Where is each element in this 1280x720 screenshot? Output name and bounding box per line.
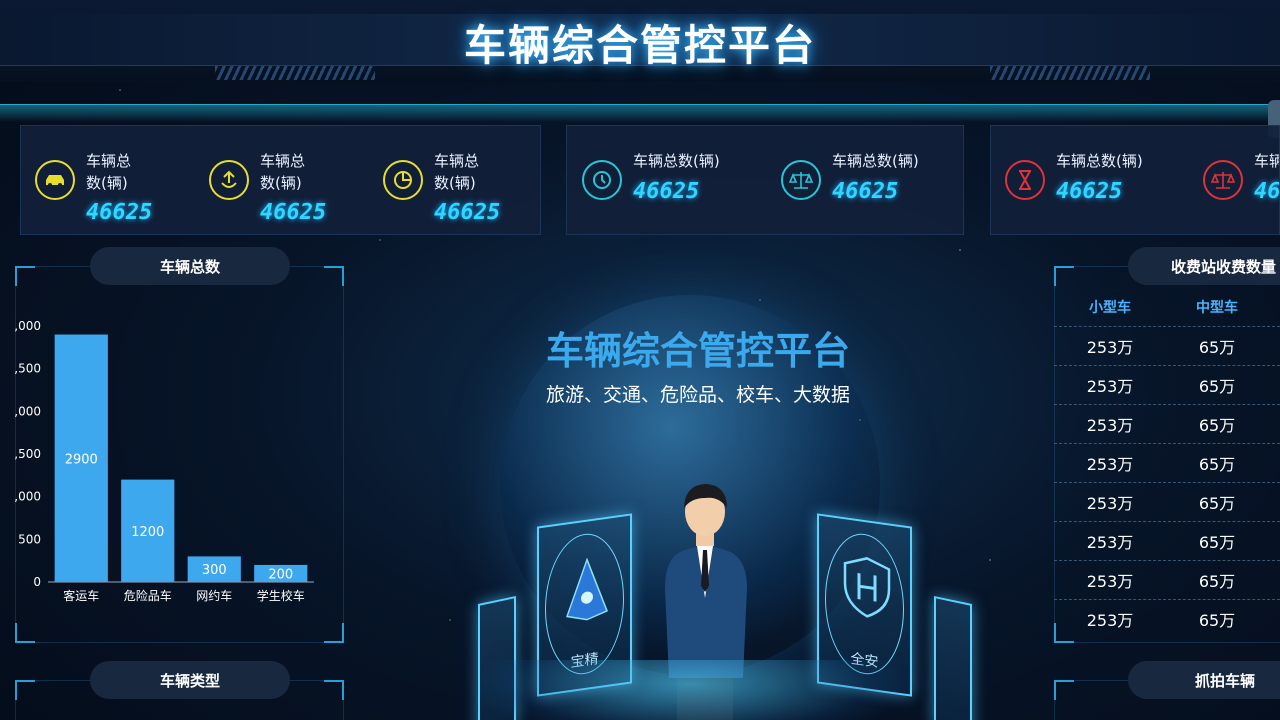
header-stripe-left [215,66,375,80]
stat-label: 车辆总数(辆) [434,152,480,192]
corner-decoration [15,623,35,643]
x-tick-label: 客运车 [63,588,99,603]
page-title: 车辆综合管控平台 [463,22,816,69]
table-row: 253万 65万 [1054,365,1280,404]
stat-value: 46625 [260,200,327,225]
table-cell: 253万 [1086,611,1134,630]
table-cell: 65万 [1198,611,1236,630]
table-cell: 253万 [1086,455,1134,474]
y-tick-label: ,500 [14,447,41,461]
hourglass-icon [1005,160,1045,200]
stat-label: 车辆总数(辆) [1056,152,1143,170]
y-tick-label: 500 [18,532,41,546]
holo-card-far-right [934,595,972,720]
table-row: 253万 65万 [1054,560,1280,599]
column-header-medium-car: 中型车 [1196,300,1238,316]
table-row: 253万 65万 [1054,482,1280,521]
stat-value: 46625 [434,200,501,225]
y-tick-label: ,000 [14,490,41,504]
header: 车辆综合管控平台 [0,0,1280,82]
stat-value: 46625 [633,179,700,204]
stage-glow [480,660,900,720]
pie-icon [383,160,423,200]
table-cell: 65万 [1198,416,1236,435]
corner-decoration [15,266,35,286]
corner-decoration [1054,266,1074,286]
x-tick-label: 网约车 [196,588,232,603]
stat-value: 46625 [86,200,153,225]
y-tick-label: 0 [33,575,41,589]
header-glow-line [0,104,1280,122]
toll-table: 小型车 中型车 253万 65万 253万 65万 253万 65万 253万 65万 … [1054,288,1280,638]
corner-decoration [324,680,344,700]
table-row: 253万 65万 [1054,521,1280,560]
clock-icon [582,160,622,200]
header-stripe-right [990,66,1150,80]
table-row: 253万 65万 [1054,326,1280,365]
table-cell: 253万 [1086,338,1134,357]
corner-decoration [1054,680,1074,700]
stat-value: 46625 [1056,179,1123,204]
x-tick-label: 危险品车 [124,588,172,603]
left-bottom-panel-title: 车辆类型 [90,661,290,699]
table-cell: 253万 [1086,494,1134,513]
left-panel-title: 车辆总数 [90,247,290,285]
table-cell: 65万 [1198,494,1236,513]
table-cell: 253万 [1086,416,1134,435]
right-bottom-panel-title: 抓拍车辆 [1128,661,1280,699]
table-cell: 65万 [1198,338,1236,357]
stat-label: 车辆总数(辆) [1254,152,1279,170]
table-row: 253万 65万 [1054,443,1280,482]
table-cell: 253万 [1086,572,1134,591]
table-cell: 253万 [1086,377,1134,396]
bar-value-label: 1200 [131,525,164,540]
column-header-small-car: 小型车 [1089,300,1131,316]
car-icon [35,160,75,200]
table-cell: 65万 [1198,533,1236,552]
corner-decoration [324,266,344,286]
stat-panel-3: 车辆总数(辆) 46625 车辆总数(辆) 46625 [990,125,1280,235]
bar-value-label: 200 [268,567,293,582]
table-cell: 253万 [1086,533,1134,552]
corner-decoration [324,623,344,643]
table-cell: 65万 [1198,455,1236,474]
table-cell: 65万 [1198,572,1236,591]
x-tick-label: 学生校车 [257,588,305,603]
stat-label: 车辆总数(辆) [832,152,919,170]
table-header: 小型车 中型车 [1054,288,1280,326]
stat-value: 46625 [1254,179,1280,204]
right-panel-title: 收费站收费数量 [1128,247,1280,285]
crystal-icon [566,557,608,621]
scale-icon [781,160,821,200]
stat-value: 46625 [832,179,899,204]
stat-label: 车辆总数(辆) [633,152,720,170]
stat-panel-1: 车辆总数(辆) 46625 车辆总数(辆) 46625 车辆总数(辆) 4662… [20,125,541,235]
shield-icon [843,557,891,618]
stat-label: 车辆总数(辆) [86,152,132,192]
table-row: 253万 65万 [1054,404,1280,443]
table-row: 253万 65万 [1054,599,1280,638]
stat-label: 车辆总数(辆) [260,152,306,192]
stat-panel-2: 车辆总数(辆) 46625 车辆总数(辆) 46625 [566,125,964,235]
upload-icon [209,160,249,200]
corner-decoration [15,680,35,700]
table-cell: 65万 [1198,377,1236,396]
scale-icon [1203,160,1243,200]
bar-value-label: 300 [202,563,227,578]
bar-value-label: 2900 [65,452,98,467]
